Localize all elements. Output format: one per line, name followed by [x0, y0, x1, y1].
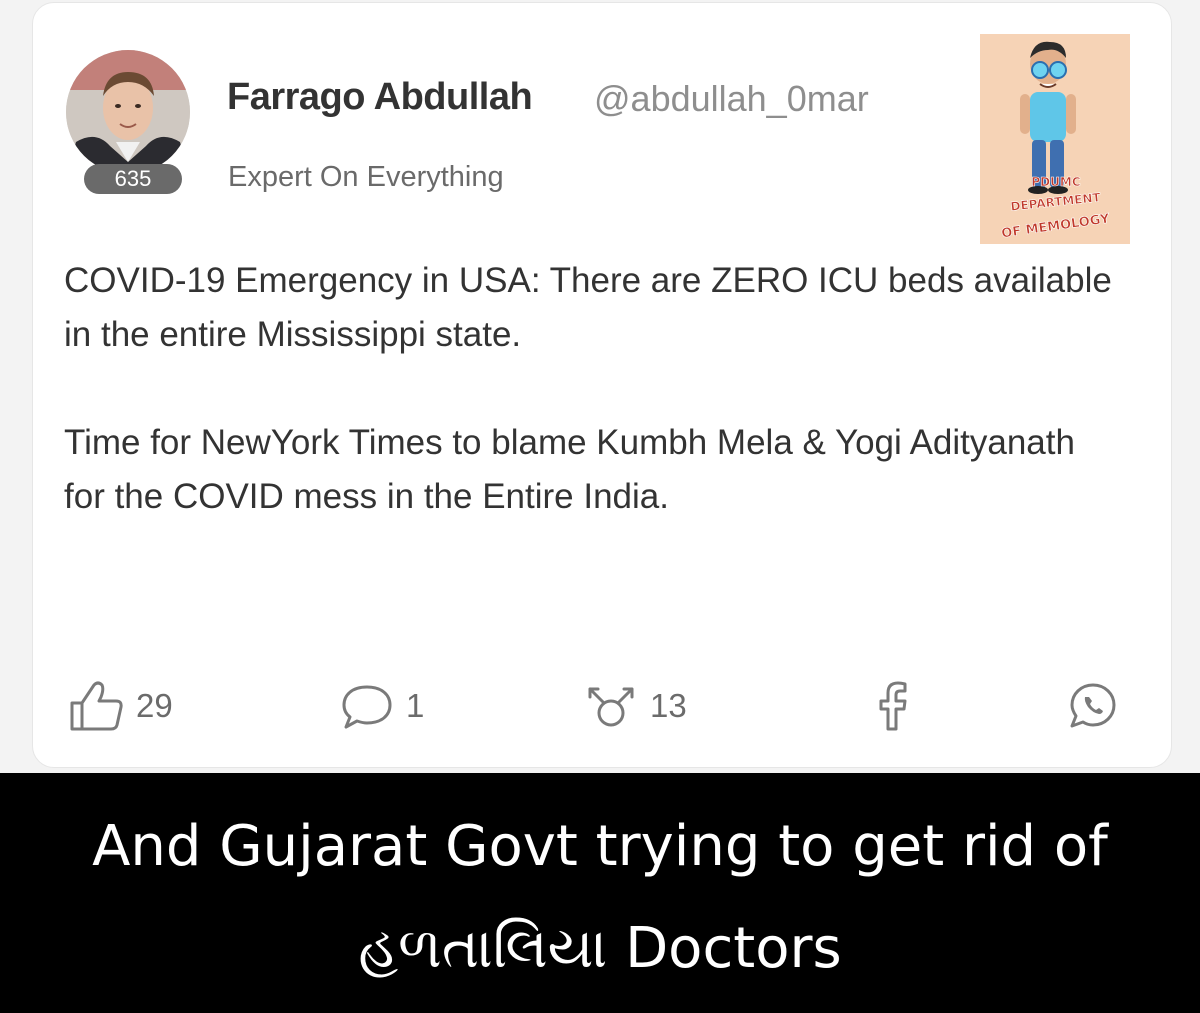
- comment-button[interactable]: 1: [338, 676, 424, 736]
- comment-count: 1: [406, 687, 425, 724]
- post-paragraph: Time for NewYork Times to blame Kumbh Me…: [64, 423, 1075, 516]
- whatsapp-icon: [1064, 679, 1122, 733]
- caption-line-1: And Gujarat Govt trying to get rid of: [92, 814, 1108, 879]
- share-icon: [582, 679, 640, 733]
- meme-caption-bar: And Gujarat Govt trying to get rid of હળ…: [0, 773, 1200, 1013]
- stamp-line1: PDUMC: [1031, 175, 1080, 189]
- share-count: 13: [650, 687, 687, 724]
- like-count: 29: [136, 687, 173, 724]
- memology-stamp-logo: PDUMC DEPARTMENT OF MEMOLOGY: [980, 34, 1130, 244]
- whatsapp-share-button[interactable]: [1064, 676, 1122, 736]
- caption-line-2: હળતાલિયા Doctors: [358, 916, 842, 981]
- facebook-icon: [864, 679, 922, 733]
- reputation-badge: 635: [84, 164, 182, 194]
- post-paragraph: COVID-19 Emergency in USA: There are ZER…: [64, 261, 1112, 354]
- share-button[interactable]: 13: [582, 676, 687, 736]
- author-handle[interactable]: @abdullah_0mar: [594, 78, 869, 120]
- thumbs-up-icon: [68, 679, 126, 733]
- facebook-share-button[interactable]: [864, 676, 922, 736]
- author-name[interactable]: Farrago Abdullah: [227, 76, 533, 119]
- author-title: Expert On Everything: [228, 161, 504, 193]
- like-button[interactable]: 29: [68, 676, 173, 736]
- comment-bubble-icon: [338, 679, 396, 733]
- post-body: COVID-19 Emergency in USA: There are ZER…: [64, 254, 1124, 524]
- author-avatar[interactable]: [66, 50, 190, 174]
